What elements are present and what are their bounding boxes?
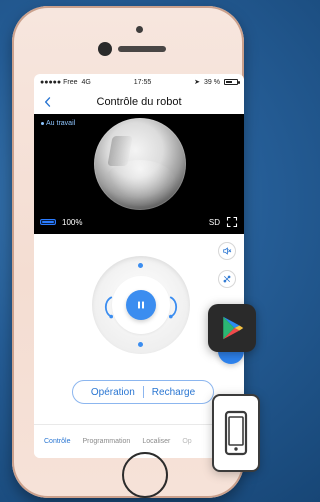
- status-right: ➤ 39 %: [194, 78, 240, 86]
- tab-programmation[interactable]: Programmation: [82, 438, 130, 445]
- recharge-mode-button[interactable]: Recharge: [152, 387, 195, 398]
- camera-feed[interactable]: Au travail 100% SD: [34, 114, 244, 234]
- battery-icon: [223, 79, 240, 85]
- robot-battery: 100%: [40, 218, 82, 227]
- play-store-icon: [223, 316, 244, 340]
- tab-options[interactable]: Op: [182, 438, 191, 445]
- tools-icon: [223, 275, 231, 283]
- direction-pad[interactable]: [92, 256, 190, 354]
- front-camera: [98, 42, 112, 56]
- video-footer: 100% SD: [40, 216, 238, 228]
- mode-dot: [41, 121, 44, 125]
- volume-off-icon: [223, 247, 232, 255]
- pause-icon: [138, 301, 144, 309]
- video-actions: SD: [209, 216, 238, 228]
- direction-pad-inner: [112, 276, 170, 334]
- device-badge: [212, 394, 260, 472]
- tab-localiser[interactable]: Localiser: [142, 438, 170, 445]
- robot-battery-icon: [40, 219, 56, 225]
- robot-battery-percent: 100%: [62, 217, 83, 227]
- backward-dot[interactable]: [138, 342, 143, 347]
- tab-controle[interactable]: Contrôle: [44, 438, 70, 445]
- chevron-left-icon: [44, 97, 51, 107]
- status-bar: ●●●●● Free 4G 17:55 ➤ 39 %: [34, 74, 244, 90]
- top-nav: Contrôle du robot: [34, 90, 244, 114]
- phone-device-icon: [224, 410, 248, 456]
- robot-mode-label: Au travail: [41, 120, 75, 127]
- back-button[interactable]: [40, 94, 56, 110]
- home-button[interactable]: [122, 452, 168, 498]
- fisheye-view: [94, 118, 186, 210]
- play-store-badge[interactable]: [208, 304, 256, 352]
- location-icon: ➤: [194, 79, 201, 86]
- mute-button[interactable]: [218, 242, 236, 260]
- page-title: Contrôle du robot: [96, 96, 182, 108]
- network: 4G: [81, 78, 91, 86]
- front-sensor-dot: [136, 26, 143, 33]
- pause-button[interactable]: [126, 290, 156, 320]
- phone-frame: ●●●●● Free 4G 17:55 ➤ 39 % Contrôle du r…: [12, 6, 244, 498]
- carrier: ●●●●● Free: [40, 78, 78, 86]
- operation-mode-button[interactable]: Opération: [91, 387, 135, 398]
- mode-separator: [142, 386, 144, 398]
- side-actions: [218, 242, 236, 288]
- video-quality[interactable]: SD: [209, 218, 220, 227]
- battery-percent: 39 %: [204, 78, 220, 86]
- forward-dot[interactable]: [138, 263, 143, 268]
- fullscreen-icon[interactable]: [226, 216, 238, 228]
- status-left: ●●●●● Free 4G: [40, 79, 91, 86]
- time: 17:55: [133, 78, 152, 86]
- tools-button[interactable]: [218, 270, 236, 288]
- earpiece-speaker: [118, 46, 166, 52]
- mode-switch: Opération Recharge: [72, 380, 214, 404]
